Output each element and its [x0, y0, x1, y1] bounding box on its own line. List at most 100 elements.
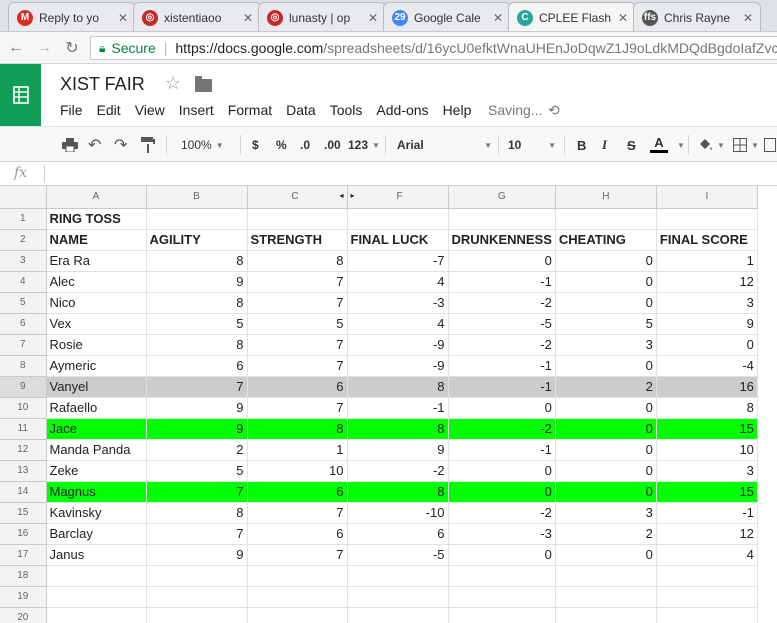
cell-h7[interactable]: 3 — [555, 334, 657, 356]
cell-a2[interactable]: NAME — [46, 229, 147, 251]
formula-bar[interactable]: fx — [0, 162, 777, 186]
cell-f8[interactable]: -9 — [347, 355, 449, 377]
cell-a19[interactable] — [46, 586, 147, 608]
cell-i9[interactable]: 16 — [656, 376, 758, 398]
cell-i15[interactable]: -1 — [656, 502, 758, 524]
star-icon[interactable]: ☆ — [165, 73, 181, 94]
cell-c14[interactable]: 6 — [247, 481, 348, 503]
cell-a6[interactable]: Vex — [46, 313, 147, 335]
cell-c20[interactable] — [247, 607, 348, 623]
cell-c16[interactable]: 6 — [247, 523, 348, 545]
column-header-c[interactable]: C ◂ — [247, 186, 348, 209]
cell-i20[interactable] — [656, 607, 758, 623]
menu-view[interactable]: View — [135, 102, 165, 118]
cell-f20[interactable] — [347, 607, 449, 623]
cell-g6[interactable]: -5 — [448, 313, 556, 335]
cell-f7[interactable]: -9 — [347, 334, 449, 356]
cell-a17[interactable]: Janus — [46, 544, 147, 566]
cell-g11[interactable]: -2 — [448, 418, 556, 440]
row-header[interactable]: 4 — [0, 271, 47, 293]
url-field[interactable]: 🔒︎ Secure | https://docs.google.com /spr… — [90, 36, 777, 60]
cell-h8[interactable]: 0 — [555, 355, 657, 377]
cell-a1[interactable]: RING TOSS — [46, 208, 147, 230]
close-icon[interactable]: ✕ — [367, 11, 379, 25]
cell-f4[interactable]: 4 — [347, 271, 449, 293]
percent-format-button[interactable]: % — [276, 136, 287, 154]
cell-g14[interactable]: 0 — [448, 481, 556, 503]
menu-add-ons[interactable]: Add-ons — [376, 102, 428, 118]
cell-f6[interactable]: 4 — [347, 313, 449, 335]
cell-c15[interactable]: 7 — [247, 502, 348, 524]
cell-b15[interactable]: 8 — [146, 502, 248, 524]
cell-i19[interactable] — [656, 586, 758, 608]
merge-cells-icon[interactable] — [764, 136, 776, 154]
cell-a13[interactable]: Zeke — [46, 460, 147, 482]
cell-a14[interactable]: Magnus — [46, 481, 147, 503]
cell-b19[interactable] — [146, 586, 248, 608]
cell-f11[interactable]: 8 — [347, 418, 449, 440]
cell-g20[interactable] — [448, 607, 556, 623]
cell-g4[interactable]: -1 — [448, 271, 556, 293]
cell-g9[interactable]: -1 — [448, 376, 556, 398]
browser-tab[interactable]: C CPLEE Flash ✕ — [508, 2, 636, 31]
cell-b8[interactable]: 6 — [146, 355, 248, 377]
row-header[interactable]: 19 — [0, 586, 47, 608]
fill-color-icon[interactable]: ▼ — [697, 136, 725, 154]
cell-f19[interactable] — [347, 586, 449, 608]
cell-c6[interactable]: 5 — [247, 313, 348, 335]
cell-a10[interactable]: Rafaello — [46, 397, 147, 419]
row-header[interactable]: 11 — [0, 418, 47, 440]
menu-data[interactable]: Data — [286, 102, 316, 118]
column-header-f[interactable]: ▸ F — [347, 186, 449, 209]
cell-b2[interactable]: AGILITY — [146, 229, 248, 251]
cell-f9[interactable]: 8 — [347, 376, 449, 398]
row-header[interactable]: 15 — [0, 502, 47, 524]
strikethrough-button[interactable]: S — [627, 136, 636, 154]
close-icon[interactable]: ✕ — [492, 11, 504, 25]
forward-arrow-icon[interactable]: → — [32, 39, 56, 57]
close-icon[interactable]: ✕ — [742, 11, 754, 25]
browser-tab[interactable]: M Reply to yo ✕ — [8, 2, 136, 31]
cell-f3[interactable]: -7 — [347, 250, 449, 272]
row-header[interactable]: 6 — [0, 313, 47, 335]
browser-tab[interactable]: ffs Chris Rayne ✕ — [633, 2, 761, 31]
cell-b6[interactable]: 5 — [146, 313, 248, 335]
column-header-g[interactable]: G — [448, 186, 556, 209]
sheets-logo[interactable] — [0, 64, 41, 126]
cell-h19[interactable] — [555, 586, 657, 608]
cell-a3[interactable]: Era Ra — [46, 250, 147, 272]
column-header-a[interactable]: A — [46, 186, 147, 209]
caret-down-icon[interactable]: ▼ — [673, 136, 685, 154]
cell-g15[interactable]: -2 — [448, 502, 556, 524]
row-header[interactable]: 13 — [0, 460, 47, 482]
cell-h1[interactable] — [555, 208, 657, 230]
cell-a15[interactable]: Kavinsky — [46, 502, 147, 524]
cell-g7[interactable]: -2 — [448, 334, 556, 356]
cell-i1[interactable] — [656, 208, 758, 230]
cell-i4[interactable]: 12 — [656, 271, 758, 293]
cell-b5[interactable]: 8 — [146, 292, 248, 314]
cell-c7[interactable]: 7 — [247, 334, 348, 356]
cell-i5[interactable]: 3 — [656, 292, 758, 314]
row-header[interactable]: 18 — [0, 565, 47, 587]
print-icon[interactable] — [62, 136, 78, 154]
menu-edit[interactable]: Edit — [97, 102, 121, 118]
cell-i6[interactable]: 9 — [656, 313, 758, 335]
select-all-corner[interactable] — [0, 186, 47, 209]
cell-a8[interactable]: Aymeric — [46, 355, 147, 377]
cell-h4[interactable]: 0 — [555, 271, 657, 293]
cell-c18[interactable] — [247, 565, 348, 587]
cell-a11[interactable]: Jace — [46, 418, 147, 440]
cell-i11[interactable]: 15 — [656, 418, 758, 440]
hidden-columns-arrow-icon[interactable]: ▸ — [351, 191, 355, 200]
cell-b20[interactable] — [146, 607, 248, 623]
cell-a12[interactable]: Manda Panda — [46, 439, 147, 461]
row-header[interactable]: 17 — [0, 544, 47, 566]
cell-b10[interactable]: 9 — [146, 397, 248, 419]
cell-c8[interactable]: 7 — [247, 355, 348, 377]
borders-icon[interactable]: ▼ — [733, 136, 759, 154]
font-size-select[interactable]: 10 ▼ — [508, 136, 556, 154]
cell-h17[interactable]: 0 — [555, 544, 657, 566]
cell-c5[interactable]: 7 — [247, 292, 348, 314]
cell-i13[interactable]: 3 — [656, 460, 758, 482]
